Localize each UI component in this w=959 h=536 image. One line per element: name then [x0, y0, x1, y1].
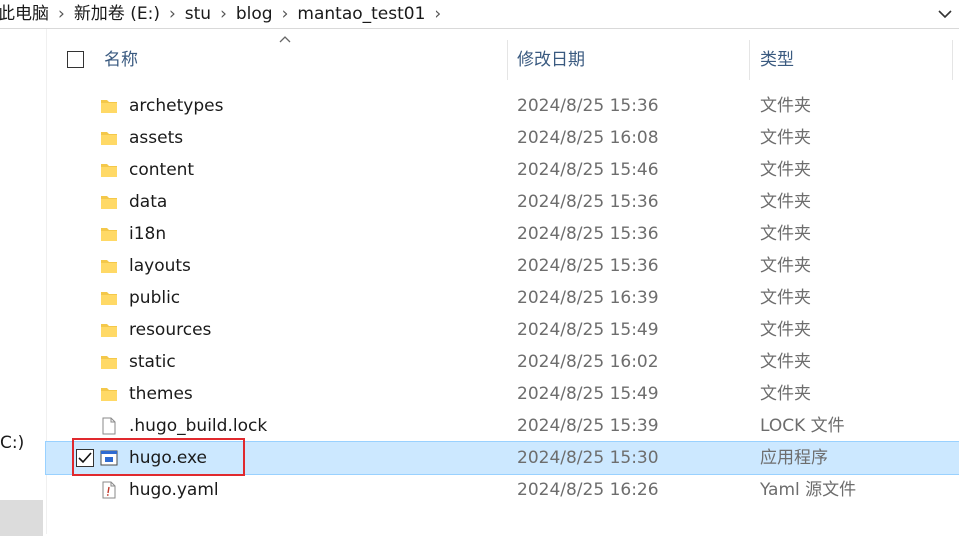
column-header-type[interactable]: 类型	[760, 40, 794, 80]
file-modified: 2024/8/25 15:36	[517, 256, 659, 276]
file-modified: 2024/8/25 15:39	[517, 416, 659, 436]
nav-item-selected[interactable]	[0, 500, 43, 536]
file-modified: 2024/8/25 16:08	[517, 128, 659, 148]
column-header-name[interactable]: 名称	[104, 40, 138, 80]
file-row[interactable]: static 2024/8/25 16:02 文件夹	[46, 346, 959, 378]
folder-icon	[101, 100, 117, 113]
file-name: hugo.yaml	[129, 480, 219, 500]
file-type: 文件夹	[760, 128, 811, 148]
file-name: resources	[129, 320, 212, 340]
file-row[interactable]: archetypes 2024/8/25 15:36 文件夹	[46, 90, 959, 122]
folder-icon	[101, 132, 117, 145]
file-modified: 2024/8/25 15:49	[517, 320, 659, 340]
column-header-modified[interactable]: 修改日期	[517, 40, 585, 80]
file-modified: 2024/8/25 16:39	[517, 288, 659, 308]
file-type: 文件夹	[760, 96, 811, 116]
column-divider[interactable]	[952, 40, 953, 80]
row-checkbox-checked[interactable]	[76, 449, 94, 467]
file-row[interactable]: content 2024/8/25 15:46 文件夹	[46, 154, 959, 186]
file-modified: 2024/8/25 15:36	[517, 224, 659, 244]
file-name: data	[129, 192, 168, 212]
blank-file-icon	[102, 417, 116, 435]
file-row[interactable]: hugo.yaml 2024/8/25 16:26 Yaml 源文件	[46, 474, 959, 506]
file-type: 文件夹	[760, 352, 811, 372]
file-name: themes	[129, 384, 193, 404]
file-row[interactable]: layouts 2024/8/25 15:36 文件夹	[46, 250, 959, 282]
folder-icon	[101, 196, 117, 209]
file-modified: 2024/8/25 15:49	[517, 384, 659, 404]
file-type: 文件夹	[760, 256, 811, 276]
breadcrumb-chevron-icon[interactable]: ›	[52, 0, 71, 28]
file-name: .hugo_build.lock	[129, 416, 268, 436]
chevron-down-icon	[938, 10, 952, 19]
folder-icon	[101, 388, 117, 401]
file-type: Yaml 源文件	[760, 480, 857, 500]
file-modified: 2024/8/25 15:36	[517, 96, 659, 116]
file-name: i18n	[129, 224, 167, 244]
file-row[interactable]: public 2024/8/25 16:39 文件夹	[46, 282, 959, 314]
folder-icon	[101, 164, 117, 177]
file-modified: 2024/8/25 15:46	[517, 160, 659, 180]
breadcrumb-mantao-test01[interactable]: mantao_test01	[294, 0, 428, 28]
navigation-pane[interactable]: C:)	[0, 29, 47, 536]
address-history-dropdown[interactable]	[931, 0, 959, 28]
sort-ascending-icon	[279, 36, 291, 43]
column-divider[interactable]	[507, 40, 508, 80]
folder-icon	[101, 260, 117, 273]
file-name: assets	[129, 128, 184, 148]
address-bar[interactable]: 此电脑 › 新加卷 (E:) › stu › blog › mantao_tes…	[0, 0, 959, 29]
file-list: archetypes 2024/8/25 15:36 文件夹 assets 20…	[45, 90, 959, 506]
file-name: public	[129, 288, 181, 308]
file-type: 文件夹	[760, 384, 811, 404]
file-modified: 2024/8/25 15:30	[517, 448, 659, 468]
breadcrumb-chevron-icon[interactable]: ›	[428, 0, 447, 28]
file-type: 文件夹	[760, 224, 811, 244]
breadcrumb-drive-e[interactable]: 新加卷 (E:)	[71, 0, 163, 28]
folder-icon	[101, 228, 117, 241]
breadcrumb-blog[interactable]: blog	[233, 0, 276, 28]
file-type: 文件夹	[760, 288, 811, 308]
folder-icon	[101, 324, 117, 337]
file-modified: 2024/8/25 16:26	[517, 480, 659, 500]
file-row[interactable]: i18n 2024/8/25 15:36 文件夹	[46, 218, 959, 250]
file-type: LOCK 文件	[760, 416, 845, 436]
column-header-row: 名称 修改日期 类型	[46, 36, 959, 80]
file-modified: 2024/8/25 15:36	[517, 192, 659, 212]
file-row[interactable]: themes 2024/8/25 15:49 文件夹	[46, 378, 959, 410]
file-row-selected[interactable]: hugo.exe 2024/8/25 15:30 应用程序	[45, 441, 959, 475]
breadcrumb-chevron-icon[interactable]: ›	[214, 0, 233, 28]
file-type: 文件夹	[760, 320, 811, 340]
file-type: 文件夹	[760, 192, 811, 212]
nav-item-drive-c[interactable]: C:)	[0, 433, 24, 453]
file-type: 应用程序	[760, 448, 828, 468]
file-type: 文件夹	[760, 160, 811, 180]
file-name: archetypes	[129, 96, 224, 116]
file-row[interactable]: data 2024/8/25 15:36 文件夹	[46, 186, 959, 218]
file-row[interactable]: assets 2024/8/25 16:08 文件夹	[46, 122, 959, 154]
select-all-checkbox[interactable]	[67, 51, 84, 68]
breadcrumb-chevron-icon[interactable]: ›	[276, 0, 295, 28]
yaml-file-icon	[102, 481, 116, 499]
folder-icon	[101, 292, 117, 305]
breadcrumb-stu[interactable]: stu	[182, 0, 214, 28]
column-divider[interactable]	[749, 40, 750, 80]
breadcrumb-chevron-icon[interactable]: ›	[163, 0, 182, 28]
breadcrumb-this-pc[interactable]: 此电脑	[0, 0, 52, 28]
file-modified: 2024/8/25 16:02	[517, 352, 659, 372]
checkmark-icon	[78, 452, 92, 464]
file-name: static	[129, 352, 176, 372]
file-row[interactable]: .hugo_build.lock 2024/8/25 15:39 LOCK 文件	[46, 410, 959, 442]
folder-icon	[101, 356, 117, 369]
breadcrumb: 此电脑 › 新加卷 (E:) › stu › blog › mantao_tes…	[0, 0, 447, 28]
file-name: hugo.exe	[129, 448, 208, 468]
exe-icon	[100, 450, 118, 466]
file-name: content	[129, 160, 195, 180]
file-row[interactable]: resources 2024/8/25 15:49 文件夹	[46, 314, 959, 346]
file-name: layouts	[129, 256, 191, 276]
